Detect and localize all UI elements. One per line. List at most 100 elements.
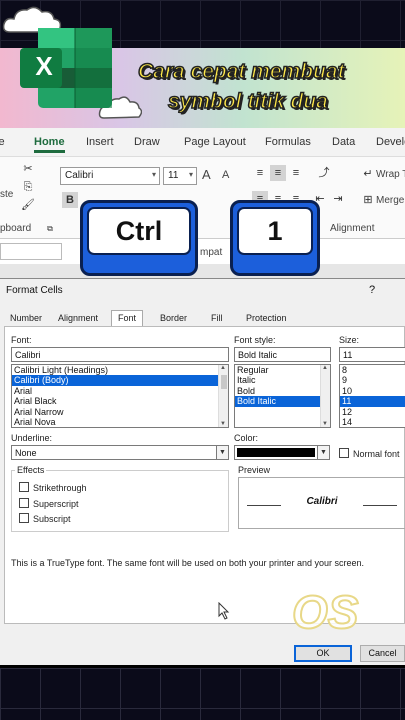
list-item[interactable]: 9	[340, 375, 405, 385]
tab-fill[interactable]: Fill	[211, 312, 223, 326]
color-select[interactable]	[234, 445, 318, 460]
list-item-selected[interactable]: 11	[340, 396, 405, 407]
list-item[interactable]: 8	[340, 365, 405, 375]
preview-box: Calibri	[238, 477, 405, 529]
normal-font-checkbox[interactable]	[339, 448, 349, 458]
size-label: Size:	[339, 335, 360, 345]
font-tab-pane: Font: Calibri Calibri Light (Headings) C…	[4, 326, 405, 624]
chevron-down-icon[interactable]: ▼	[216, 445, 229, 460]
list-item[interactable]: Regular	[235, 365, 330, 375]
size-field[interactable]: 11	[339, 347, 405, 362]
tab-border[interactable]: Border	[160, 312, 187, 326]
list-item[interactable]: Calibri Light (Headings)	[12, 365, 228, 375]
font-list-scrollbar[interactable]: ▲ ▼	[218, 365, 228, 427]
subscript-checkbox[interactable]	[19, 513, 29, 523]
wrap-text-button[interactable]: Wrap T	[376, 169, 405, 180]
list-item[interactable]: Italic	[235, 375, 330, 385]
scroll-up-icon[interactable]: ▲	[220, 365, 226, 371]
list-item[interactable]: Arial Narrow	[12, 407, 228, 417]
superscript-label: Superscript	[33, 499, 79, 509]
tab-formulas[interactable]: Formulas	[265, 136, 311, 148]
tab-file[interactable]: le	[0, 136, 5, 148]
chevron-down-icon: ▾	[188, 170, 193, 179]
font-info-text: This is a TrueType font. The same font w…	[11, 558, 365, 568]
strikethrough-checkbox[interactable]	[19, 482, 29, 492]
font-list[interactable]: Calibri Light (Headings) Calibri (Body) …	[11, 364, 229, 428]
tab-home[interactable]: Home	[34, 136, 65, 153]
copy-icon[interactable]: ⎘	[20, 179, 36, 195]
list-item[interactable]: Arial Black	[12, 396, 228, 406]
formula-bar: mpat	[0, 238, 405, 264]
tab-developer[interactable]: Develo	[376, 136, 405, 148]
grow-font-button[interactable]: A	[202, 167, 211, 182]
video-title-banner: X Cara cepat membuat symbol titik dua	[0, 0, 405, 128]
font-style-list[interactable]: Regular Italic Bold Bold Italic ▲ ▼	[234, 364, 331, 428]
excel-app-letter: X	[35, 51, 53, 81]
font-style-label: Font style:	[234, 335, 276, 345]
tab-protection[interactable]: Protection	[246, 312, 287, 326]
cut-icon[interactable]: ✂	[20, 161, 36, 177]
scroll-down-icon[interactable]: ▼	[322, 421, 328, 427]
color-swatch	[237, 448, 315, 457]
list-item-selected[interactable]: Bold Italic	[235, 396, 330, 407]
font-size-value: 11	[168, 170, 179, 181]
mouse-cursor-icon	[218, 602, 230, 620]
strikethrough-label: Strikethrough	[33, 483, 87, 493]
preview-sample-text: Calibri	[306, 496, 338, 507]
alignment-group-label: Alignment	[330, 223, 375, 234]
title-line-1: Cara cepat membuat	[137, 59, 345, 84]
font-name-field[interactable]: Calibri	[11, 347, 229, 362]
font-size-box[interactable]: 11 ▾	[163, 167, 197, 185]
shrink-font-button[interactable]: A	[222, 169, 229, 181]
superscript-checkbox[interactable]	[19, 498, 29, 508]
list-item[interactable]: Arial	[12, 386, 228, 396]
list-item[interactable]: Arial Nova	[12, 417, 228, 427]
font-style-field[interactable]: Bold Italic	[234, 347, 331, 362]
chevron-down-icon[interactable]: ▼	[317, 445, 330, 460]
scroll-thumb[interactable]	[221, 375, 227, 389]
scroll-up-icon[interactable]: ▲	[322, 365, 328, 371]
merge-button[interactable]: Merge	[376, 195, 404, 206]
format-painter-icon[interactable]: 🖌	[20, 197, 36, 213]
tab-number[interactable]: Number	[10, 312, 42, 326]
list-item[interactable]: 10	[340, 386, 405, 396]
align-top-icon[interactable]: ≡	[252, 165, 268, 181]
increase-indent-icon[interactable]: ⇥	[330, 191, 346, 207]
name-box[interactable]	[0, 243, 62, 260]
font-name-box[interactable]: Calibri ▾	[60, 167, 160, 185]
tab-font[interactable]: Font	[111, 310, 144, 327]
tab-data[interactable]: Data	[332, 136, 355, 148]
font-label: Font:	[11, 335, 32, 345]
scroll-down-icon[interactable]: ▼	[220, 421, 226, 427]
underline-select[interactable]: None	[11, 445, 217, 460]
tab-alignment[interactable]: Alignment	[58, 312, 98, 326]
orientation-icon[interactable]: ⤴	[316, 165, 332, 181]
excel-app-icon	[20, 28, 112, 108]
color-label: Color:	[234, 433, 259, 443]
formula-bar-text: mpat	[200, 247, 223, 258]
merge-icon: ⊞	[363, 194, 373, 206]
bold-button[interactable]: B	[62, 192, 78, 208]
help-button[interactable]: ?	[369, 284, 375, 296]
list-item[interactable]: Bold	[235, 386, 330, 396]
subscript-label: Subscript	[33, 514, 71, 524]
align-middle-icon[interactable]: ≡	[270, 165, 286, 181]
align-bottom-icon[interactable]: ≡	[288, 165, 304, 181]
paste-label: ste	[0, 189, 14, 200]
excel-window: le Home Insert Draw Page Layout Formulas…	[0, 128, 405, 238]
list-item-selected[interactable]: Calibri (Body)	[12, 375, 228, 386]
ok-button[interactable]: OK	[294, 645, 352, 662]
home-ribbon: ✂ ⎘ 🖌 ste pboard ⧉ Calibri ▾ 11 ▾ A A B …	[0, 156, 405, 238]
title-line-2: symbol titik dua	[167, 89, 328, 114]
list-item[interactable]: 14	[340, 417, 405, 427]
list-item[interactable]: 12	[340, 407, 405, 417]
underline-label: Underline:	[11, 433, 53, 443]
font-style-scrollbar[interactable]: ▲ ▼	[320, 365, 330, 427]
sheet-header-strip	[0, 264, 405, 278]
cancel-button[interactable]: Cancel	[360, 645, 405, 662]
dialog-launcher-icon[interactable]: ⧉	[42, 221, 58, 237]
size-list[interactable]: 8 9 10 11 12 14	[339, 364, 405, 428]
tab-draw[interactable]: Draw	[134, 136, 160, 148]
tab-page-layout[interactable]: Page Layout	[184, 136, 246, 148]
tab-insert[interactable]: Insert	[86, 136, 114, 148]
